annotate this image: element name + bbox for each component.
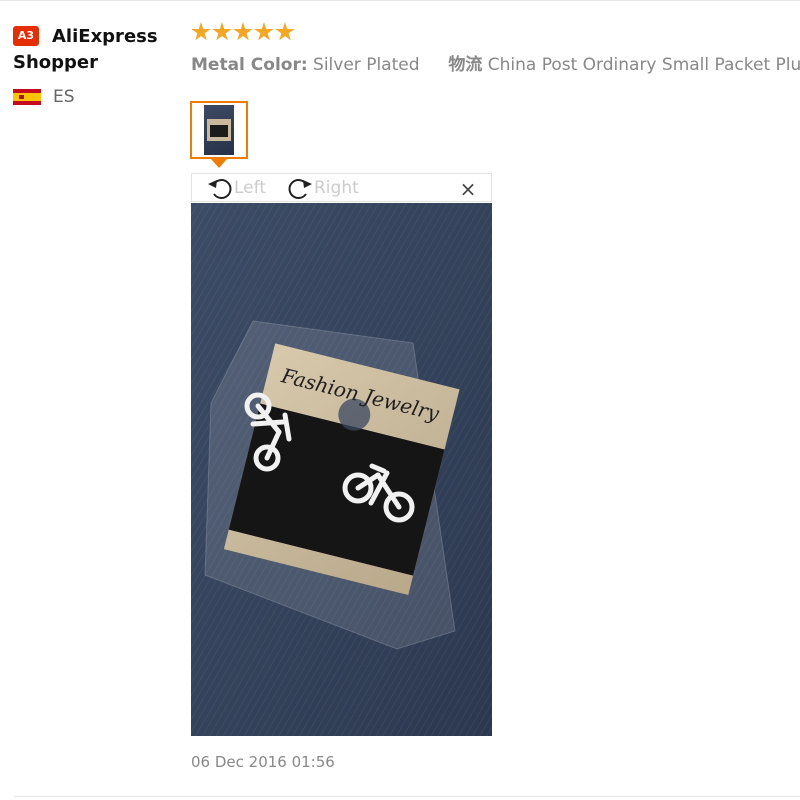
spain-flag-icon	[13, 89, 41, 105]
rotate-right-button[interactable]: Right	[286, 175, 359, 201]
thumbnail-pointer-icon	[211, 159, 227, 168]
star-icon	[212, 22, 232, 41]
rotate-left-button[interactable]: Left	[206, 175, 266, 201]
star-icon	[254, 22, 274, 41]
rotate-right-label: Right	[314, 178, 359, 198]
attribute-key: Metal Color:	[191, 55, 308, 75]
star-icon	[233, 22, 253, 41]
star-rating	[191, 22, 296, 46]
star-icon	[275, 22, 295, 41]
bottom-divider	[14, 796, 800, 797]
attribute-value: China Post Ordinary Small Packet Plus	[487, 55, 800, 75]
review-photo: Fashion Jewelry	[191, 203, 492, 736]
photo-thumbnail[interactable]	[190, 101, 248, 159]
review-timestamp: 06 Dec 2016 01:56	[191, 753, 335, 771]
order-attributes: Metal Color: Silver Plated 物流 China Post…	[191, 52, 800, 78]
buyer-badge: A3	[13, 26, 39, 46]
image-viewer: Left Right × Fashion Jewelry	[191, 173, 492, 736]
top-divider	[0, 0, 800, 1]
rotate-left-label: Left	[234, 178, 266, 198]
thumbnail-image	[204, 105, 234, 155]
attribute-value: Silver Plated	[313, 55, 420, 75]
viewer-toolbar: Left Right ×	[191, 173, 492, 202]
rotate-left-icon	[208, 179, 232, 199]
close-button[interactable]: ×	[457, 178, 479, 200]
attribute-key: 物流	[448, 55, 483, 75]
rotate-right-icon	[288, 179, 312, 199]
star-icon	[191, 22, 211, 41]
country-code: ES	[53, 87, 75, 107]
